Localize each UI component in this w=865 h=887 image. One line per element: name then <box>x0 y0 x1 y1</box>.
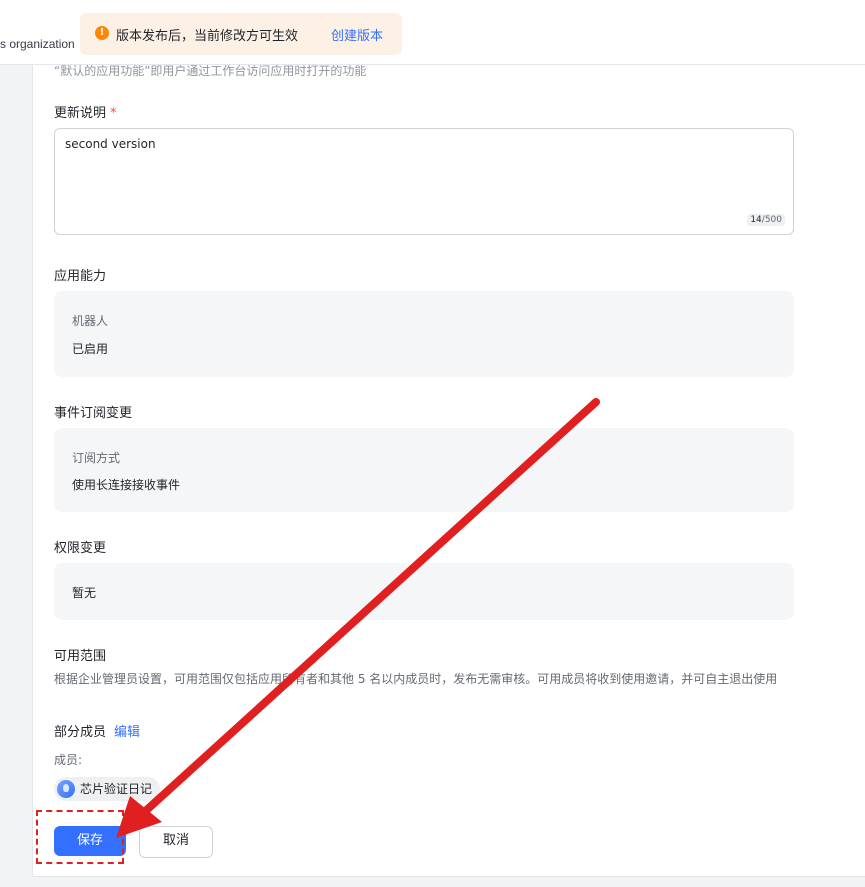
member-tag: 芯片验证日记 <box>54 777 161 801</box>
update-notes-label-text: 更新说明 <box>54 106 107 121</box>
permission-change-value: 暂无 <box>72 586 97 600</box>
edit-scope-link[interactable]: 编辑 <box>114 725 140 740</box>
permission-change-card: 暂无 <box>54 563 794 620</box>
scope-mode: 部分成员 <box>54 725 107 740</box>
char-count-max: /500 <box>761 215 782 225</box>
required-mark: * <box>110 106 117 121</box>
members-label: 成员: <box>54 753 83 767</box>
char-count-current: 14 <box>750 215 762 225</box>
member-name: 芯片验证日记 <box>80 782 153 796</box>
char-counter: 14/500 <box>747 214 785 226</box>
organization-text: s organization <box>0 37 75 51</box>
create-version-link[interactable]: 创建版本 <box>331 25 383 44</box>
capability-card: 机器人 已启用 <box>54 291 794 377</box>
subscription-mode-value: 使用长连接接收事件 <box>72 478 181 492</box>
notice-text: 版本发布后，当前修改方可生效 <box>116 29 299 44</box>
capability-key: 机器人 <box>72 314 109 328</box>
scope-mode-row: 部分成员 编辑 <box>54 721 140 740</box>
update-notes-textarea[interactable]: second version 14/500 <box>54 128 794 235</box>
warning-circle-icon: ! <box>95 26 109 40</box>
event-subscription-card: 订阅方式 使用长连接接收事件 <box>54 428 794 512</box>
cancel-button[interactable]: 取消 <box>139 826 213 858</box>
subscription-mode-key: 订阅方式 <box>72 451 121 465</box>
capability-title: 应用能力 <box>54 269 107 284</box>
capability-value: 已启用 <box>72 342 109 356</box>
scope-description: 根据企业管理员设置，可用范围仅包括应用所有者和其他 5 名以内成员时，发布无需审… <box>54 672 778 686</box>
version-notice: ! 版本发布后，当前修改方可生效 创建版本 <box>80 13 402 55</box>
avatar-icon <box>57 780 75 798</box>
scope-title: 可用范围 <box>54 649 107 664</box>
highlight-box <box>36 810 124 864</box>
permission-change-title: 权限变更 <box>54 541 107 556</box>
event-subscription-title: 事件订阅变更 <box>54 406 133 421</box>
top-bar: s organization ! 版本发布后，当前修改方可生效 创建版本 <box>0 0 865 65</box>
update-notes-value: second version <box>65 137 156 151</box>
update-notes-label: 更新说明 * <box>54 102 117 121</box>
